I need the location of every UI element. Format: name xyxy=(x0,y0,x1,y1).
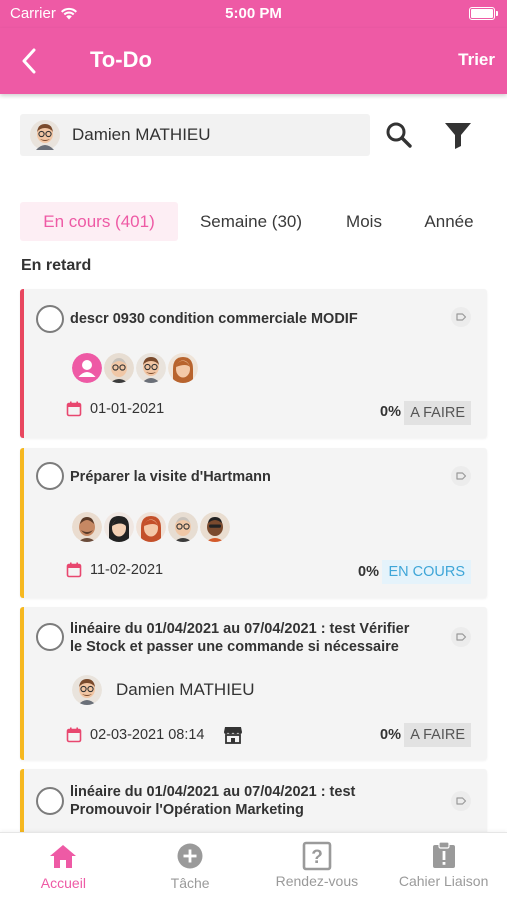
task-title: Préparer la visite d'Hartmann xyxy=(70,469,271,485)
avatar xyxy=(200,512,230,542)
task-title-line: linéaire du 01/04/2021 au 07/04/2021 : t… xyxy=(70,621,410,637)
tag-icon[interactable] xyxy=(451,627,471,647)
navigation-bar: To-Do Trier xyxy=(0,28,507,94)
clipboard-alert-icon xyxy=(432,841,455,868)
store-icon xyxy=(223,727,242,744)
progress-percent: 0% xyxy=(358,564,379,580)
calendar-icon xyxy=(66,401,82,417)
task-checkbox[interactable] xyxy=(36,462,64,490)
due-date: 11-02-2021 xyxy=(66,562,163,578)
due-date: 01-01-2021 xyxy=(66,401,164,417)
clock: 5:00 PM xyxy=(225,5,282,22)
avatar xyxy=(104,353,134,383)
avatar xyxy=(104,512,134,542)
sort-button[interactable]: Trier xyxy=(458,50,495,70)
task-title-line: linéaire du 01/04/2021 au 07/04/2021 : t… xyxy=(70,784,356,800)
task-title: linéaire du 01/04/2021 au 07/04/2021 : t… xyxy=(70,783,355,819)
battery-icon xyxy=(469,7,498,20)
tabbar-item-tache[interactable]: Tâche xyxy=(127,833,254,900)
tab-annee[interactable]: Année xyxy=(414,202,484,241)
tabbar-label: Cahier Liaison xyxy=(398,873,489,889)
task-title: descr 0930 condition commerciale MODIF xyxy=(70,311,358,327)
assignee-avatars xyxy=(72,353,198,383)
section-title: En retard xyxy=(21,257,92,274)
avatar xyxy=(136,353,166,383)
user-name: Damien MATHIEU xyxy=(72,125,211,144)
avatar xyxy=(168,353,198,383)
due-date: 02-03-2021 08:14 xyxy=(66,726,243,744)
avatar xyxy=(136,512,166,542)
user-avatar xyxy=(30,120,60,150)
task-checkbox[interactable] xyxy=(36,305,64,333)
tabbar-label: Rendez-vous xyxy=(275,873,359,889)
filter-icon xyxy=(445,123,471,149)
add-circle-icon xyxy=(177,843,203,869)
svg-text:?: ? xyxy=(311,847,323,868)
due-date-text: 02-03-2021 08:14 xyxy=(90,727,205,743)
page-title: To-Do xyxy=(90,47,152,72)
calendar-icon xyxy=(66,727,82,743)
tabbar-label: Tâche xyxy=(170,875,210,891)
period-tabs: En cours (401) Semaine (30) Mois Année xyxy=(20,202,490,242)
tag-icon[interactable] xyxy=(451,791,471,811)
search-icon xyxy=(386,122,412,148)
progress-percent: 0% xyxy=(380,727,401,743)
tag-icon[interactable] xyxy=(451,307,471,327)
task-title: linéaire du 01/04/2021 au 07/04/2021 : t… xyxy=(70,620,409,656)
calendar-icon xyxy=(66,562,82,578)
due-date-text: 11-02-2021 xyxy=(90,562,164,578)
tag-icon[interactable] xyxy=(451,466,471,486)
task-card[interactable]: Préparer la visite d'Hartmann 11-02-2021… xyxy=(20,448,487,598)
task-title-line: le Stock et passer une commande si néces… xyxy=(70,639,399,655)
status-badge: A FAIRE xyxy=(404,723,471,747)
task-card[interactable]: descr 0930 condition commerciale MODIF 0… xyxy=(20,289,487,438)
user-selector[interactable]: Damien MATHIEU xyxy=(20,114,370,156)
task-title-line: Promouvoir l'Opération Marketing xyxy=(70,802,304,818)
question-box-icon: ? xyxy=(302,841,332,871)
tabbar-item-accueil[interactable]: Accueil xyxy=(0,833,127,900)
tab-mois[interactable]: Mois xyxy=(332,202,396,241)
search-button[interactable] xyxy=(383,119,415,151)
assignee-avatars xyxy=(72,512,230,542)
tabbar-label: Accueil xyxy=(40,875,86,891)
chevron-left-icon xyxy=(22,48,36,74)
tabbar-item-rendez-vous[interactable]: ? Rendez-vous xyxy=(254,833,381,900)
assignee-name: Damien MATHIEU xyxy=(116,680,255,699)
status-badge: A FAIRE xyxy=(404,401,471,425)
task-checkbox[interactable] xyxy=(36,787,64,815)
bottom-tab-bar: Accueil Tâche ? Rendez-vous Cahier Liais… xyxy=(0,832,507,900)
avatar xyxy=(72,353,102,383)
status-bar: Carrier 5:00 PM xyxy=(0,0,507,28)
tabbar-item-cahier-liaison[interactable]: Cahier Liaison xyxy=(380,833,507,900)
due-date-text: 01-01-2021 xyxy=(90,401,165,417)
avatar xyxy=(72,675,102,705)
avatar xyxy=(72,512,102,542)
filter-button[interactable] xyxy=(442,119,474,151)
tab-semaine[interactable]: Semaine (30) xyxy=(188,202,314,241)
tab-en-cours[interactable]: En cours (401) xyxy=(20,202,178,241)
assignee: Damien MATHIEU xyxy=(72,675,255,705)
task-checkbox[interactable] xyxy=(36,623,64,651)
avatar xyxy=(168,512,198,542)
progress-percent: 0% xyxy=(380,404,401,420)
task-card[interactable]: linéaire du 01/04/2021 au 07/04/2021 : t… xyxy=(20,607,487,760)
home-icon xyxy=(50,845,77,868)
status-badge: EN COURS xyxy=(382,560,471,584)
back-button[interactable] xyxy=(14,46,44,76)
